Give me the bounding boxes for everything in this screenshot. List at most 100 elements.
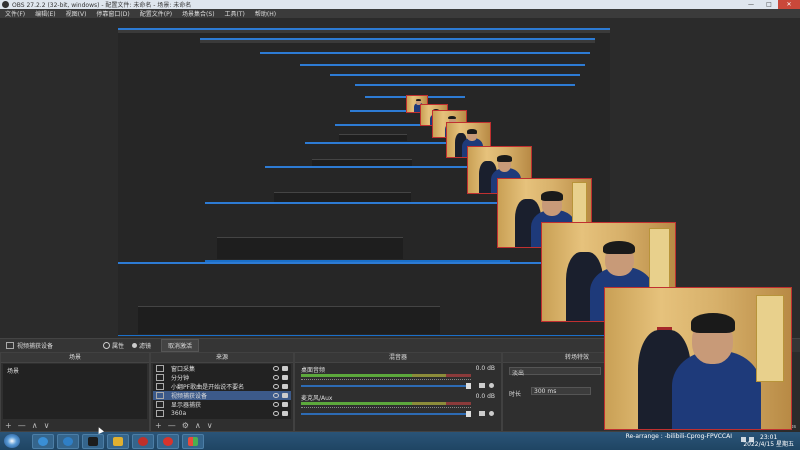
speaker-icon[interactable]	[479, 383, 485, 388]
mixer-channel-name: 桌面音频	[301, 367, 326, 374]
taskbar: Re-arrange : -bilibili-Cprog-FPVCCAI 23:…	[0, 432, 800, 450]
move-scene-down-button[interactable]: ∨	[44, 421, 50, 430]
window-title: OBS 27.2.2 (32-bit, windows) - 配置文件: 未命名…	[12, 2, 192, 9]
taskbar-app[interactable]	[107, 433, 129, 449]
volume-meter	[301, 374, 471, 377]
menu-help[interactable]: 帮助(H)	[255, 9, 276, 18]
menu-scene-collection[interactable]: 场景集合(S)	[182, 9, 215, 18]
taskbar-app[interactable]	[132, 433, 154, 449]
clock[interactable]: 23:01 2022/4/15 星期五	[743, 434, 794, 448]
properties-button[interactable]: 属性	[103, 341, 124, 350]
source-item[interactable]: 显示器捕获	[153, 400, 291, 409]
taskbar-app[interactable]	[182, 433, 204, 449]
source-item[interactable]: 视频捕获设备	[153, 391, 291, 400]
maximize-button[interactable]: □	[760, 0, 778, 9]
source-label: 360a	[171, 410, 187, 417]
visibility-eye-icon[interactable]	[273, 411, 279, 416]
mixer-channel-mic: 麦克风/Aux 0.0 dB	[301, 393, 495, 423]
menu-profile[interactable]: 配置文件(P)	[140, 9, 172, 18]
title-bar: OBS 27.2.2 (32-bit, windows) - 配置文件: 未命名…	[0, 0, 800, 9]
selected-source: 视频捕获设备	[6, 341, 53, 350]
visibility-eye-icon[interactable]	[273, 366, 279, 371]
source-item[interactable]: 分分钟	[153, 373, 291, 382]
source-item[interactable]: 窗口采集	[153, 364, 291, 373]
close-button[interactable]: ✕	[778, 0, 800, 9]
lock-icon[interactable]	[282, 411, 288, 416]
netease-music-icon	[163, 436, 173, 446]
nested-window	[260, 52, 590, 64]
source-item[interactable]: 360a	[153, 409, 291, 418]
recorder-icon	[88, 436, 98, 446]
nested-window	[335, 124, 445, 142]
system-tray: Re-arrange : -bilibili-Cprog-FPVCCAI 23:…	[626, 432, 800, 450]
remove-source-button[interactable]: —	[168, 421, 176, 430]
lock-icon[interactable]	[282, 384, 288, 389]
visibility-eye-icon[interactable]	[273, 375, 279, 380]
volume-slider[interactable]	[301, 411, 471, 417]
menu-edit[interactable]: 编辑(E)	[35, 9, 55, 18]
add-scene-button[interactable]: +	[5, 421, 12, 430]
lock-icon[interactable]	[282, 402, 288, 407]
source-item[interactable]: 小翻PF歌曲是开始说不要名	[153, 382, 291, 391]
remove-scene-button[interactable]: —	[18, 421, 26, 430]
scenes-list: 场景	[3, 364, 147, 419]
mixer-header: 混音器	[295, 353, 501, 363]
filters-button[interactable]: 滤镜	[132, 341, 151, 350]
taskbar-caption: Re-arrange : -bilibili-Cprog-FPVCCAI	[625, 433, 732, 440]
source-properties-button[interactable]: ⚙	[182, 421, 189, 430]
camera-feed	[604, 287, 792, 430]
sources-footer: + — ⚙ ∧ ∨	[151, 420, 293, 431]
visibility-eye-icon[interactable]	[273, 393, 279, 398]
menu-tools[interactable]: 工具(T)	[225, 9, 245, 18]
source-label: 小翻PF歌曲是开始说不要名	[171, 384, 245, 391]
gear-icon[interactable]	[489, 383, 494, 388]
transition-type-select[interactable]: 淡出	[509, 367, 601, 377]
sources-dock: 来源 窗口采集 分分钟 小翻PF歌曲是开始说不要名 视频捕获设备 显示器捕获 3…	[150, 352, 294, 432]
taskbar-app[interactable]	[32, 433, 54, 449]
gear-icon[interactable]	[489, 411, 494, 416]
menu-file[interactable]: 文件(F)	[5, 9, 25, 18]
clock-time: 23:01	[760, 434, 778, 441]
minimize-button[interactable]: —	[742, 0, 760, 9]
nested-window	[205, 202, 510, 264]
mixer-channel-desktop: 桌面音频 0.0 dB	[301, 365, 495, 395]
lock-icon[interactable]	[282, 393, 288, 398]
browser-icon	[38, 436, 48, 446]
bee-icon	[113, 436, 123, 446]
properties-label: 属性	[112, 343, 125, 350]
mixer-dock: 混音器 桌面音频 0.0 dB 麦克风/Aux 0.0 dB	[294, 352, 502, 432]
visibility-eye-icon[interactable]	[273, 402, 279, 407]
move-source-down-button[interactable]: ∨	[207, 421, 213, 430]
speaker-icon[interactable]	[479, 411, 485, 416]
source-label: 分分钟	[171, 375, 190, 382]
window-controls: — □ ✕	[742, 0, 800, 9]
scene-item[interactable]: 场景	[3, 364, 147, 377]
lock-icon[interactable]	[282, 375, 288, 380]
move-scene-up-button[interactable]: ∧	[32, 421, 38, 430]
source-label: 窗口采集	[171, 366, 196, 373]
move-source-up-button[interactable]: ∧	[195, 421, 201, 430]
obs-logo-icon	[2, 1, 9, 8]
menu-view[interactable]: 视图(V)	[66, 9, 87, 18]
taskbar-app[interactable]	[157, 433, 179, 449]
lock-icon[interactable]	[282, 366, 288, 371]
window-icon	[156, 365, 164, 372]
taskbar-app[interactable]	[57, 433, 79, 449]
nested-window	[330, 74, 580, 84]
start-button[interactable]	[4, 434, 20, 448]
image-icon	[156, 410, 164, 417]
nested-window	[300, 64, 585, 74]
text-icon	[156, 374, 164, 381]
filter-icon	[132, 343, 138, 348]
volume-meter	[301, 402, 471, 405]
mixer-channel-db: 0.0 dB	[475, 365, 495, 372]
duration-input[interactable]: 300 ms	[531, 387, 591, 395]
monitor-icon	[156, 401, 164, 408]
taskbar-app[interactable]	[82, 433, 104, 449]
scenes-footer: + — ∧ ∨	[1, 420, 149, 431]
deactivate-button[interactable]: 取消激活	[161, 339, 200, 352]
menu-docks[interactable]: 停靠窗口(D)	[96, 9, 129, 18]
add-source-button[interactable]: +	[155, 421, 162, 430]
visibility-eye-icon[interactable]	[273, 384, 279, 389]
volume-slider[interactable]	[301, 383, 471, 389]
